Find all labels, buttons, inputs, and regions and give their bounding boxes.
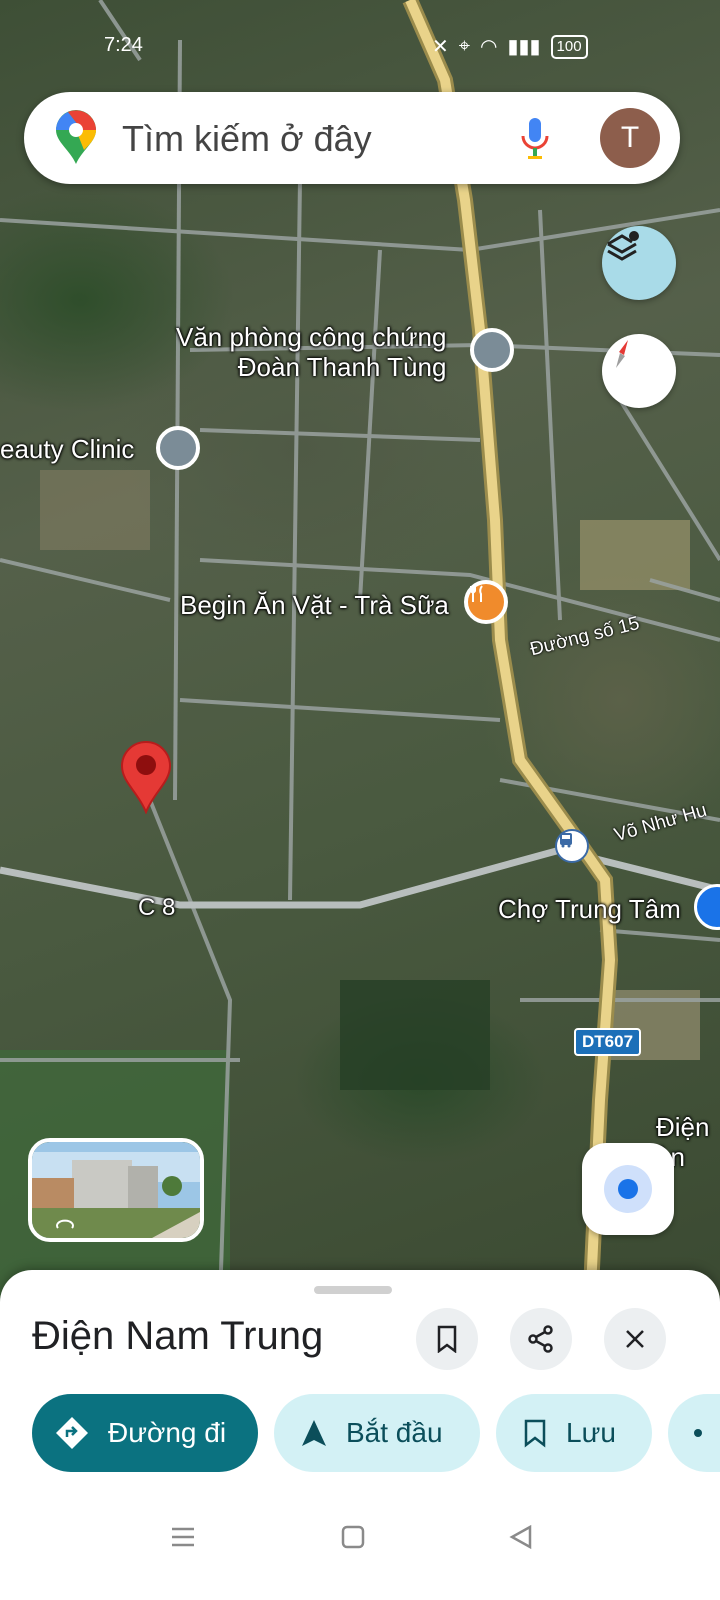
directions-icon [54, 1415, 90, 1451]
microphone-icon[interactable] [520, 116, 550, 160]
recent-apps-button[interactable] [170, 1524, 196, 1555]
directions-button[interactable]: Đường đi [32, 1394, 258, 1472]
restaurant-icon [470, 585, 483, 602]
back-button[interactable] [508, 1524, 534, 1555]
google-maps-icon [56, 110, 96, 164]
signal-icon: ▮▮▮ [507, 36, 541, 58]
menu-icon [172, 1527, 194, 1547]
search-bar[interactable]: Tìm kiếm ở đây T [24, 92, 680, 184]
compass-icon [616, 340, 628, 368]
my-location-icon [604, 1165, 652, 1213]
road-label-c8: C 8 [138, 894, 176, 921]
road-shield-dt607: DT607 [574, 1028, 642, 1056]
notification-icon: ✕ [432, 36, 449, 58]
close-icon [626, 1330, 644, 1348]
clinic-marker[interactable] [156, 426, 200, 470]
status-time: 7:24 [104, 34, 143, 56]
start-button[interactable]: Bắt đầu [274, 1394, 480, 1472]
notary-marker[interactable] [470, 328, 514, 372]
search-input[interactable]: Tìm kiếm ở đây [122, 118, 372, 160]
clinic-label[interactable]: eauty Clinic [0, 434, 134, 465]
back-triangle-icon [509, 1524, 532, 1550]
wifi-icon: ◠ [480, 36, 498, 58]
more-actions-chip[interactable] [668, 1394, 720, 1472]
save-label: Lưu [566, 1417, 616, 1448]
map-view[interactable]: Văn phòng công chứng Đoàn Thanh Tùng eau… [0, 0, 720, 1310]
start-label: Bắt đầu [346, 1417, 443, 1448]
map-roads [0, 0, 720, 1310]
save-icon [522, 1418, 548, 1448]
bookmark-button[interactable] [416, 1308, 478, 1370]
share-button[interactable] [510, 1308, 572, 1370]
street-view-icon [32, 1142, 200, 1238]
sheet-drag-handle[interactable] [314, 1286, 392, 1294]
bookmark-icon [437, 1325, 457, 1353]
restaurant-marker[interactable] [464, 580, 508, 624]
share-icon [528, 1325, 553, 1353]
notary-label[interactable]: Văn phòng công chứng Đoàn Thanh Tùng [176, 322, 446, 382]
layers-button[interactable] [602, 226, 676, 300]
battery-icon: 100 [550, 34, 588, 59]
dropped-pin-icon[interactable] [120, 740, 172, 814]
status-icons: ✕ ⌖ ◠ ▮▮▮ 100 [432, 34, 588, 59]
compass-button[interactable] [602, 334, 676, 408]
home-button[interactable] [340, 1524, 366, 1555]
my-location-button[interactable] [582, 1143, 674, 1235]
bus-stop-icon[interactable] [555, 829, 589, 863]
directions-label: Đường đi [108, 1417, 227, 1448]
avatar[interactable]: T [600, 108, 660, 168]
system-nav-bar [0, 1480, 720, 1600]
more-icon [694, 1429, 702, 1437]
navigation-arrow-icon [300, 1418, 328, 1448]
close-button[interactable] [604, 1308, 666, 1370]
location-icon: ⌖ [458, 35, 471, 57]
layers-icon [607, 231, 639, 261]
home-square-icon [341, 1525, 365, 1549]
street-view-thumbnail[interactable] [28, 1138, 204, 1242]
restaurant-label[interactable]: Begin Ăn Vặt - Trà Sữa [180, 590, 449, 621]
market-label[interactable]: Chợ Trung Tâm [498, 894, 681, 925]
status-bar: 7:24 ✕ ⌖ ◠ ▮▮▮ 100 [0, 28, 720, 68]
place-title: Điện Nam Trung [32, 1314, 324, 1358]
save-button[interactable]: Lưu [496, 1394, 652, 1472]
